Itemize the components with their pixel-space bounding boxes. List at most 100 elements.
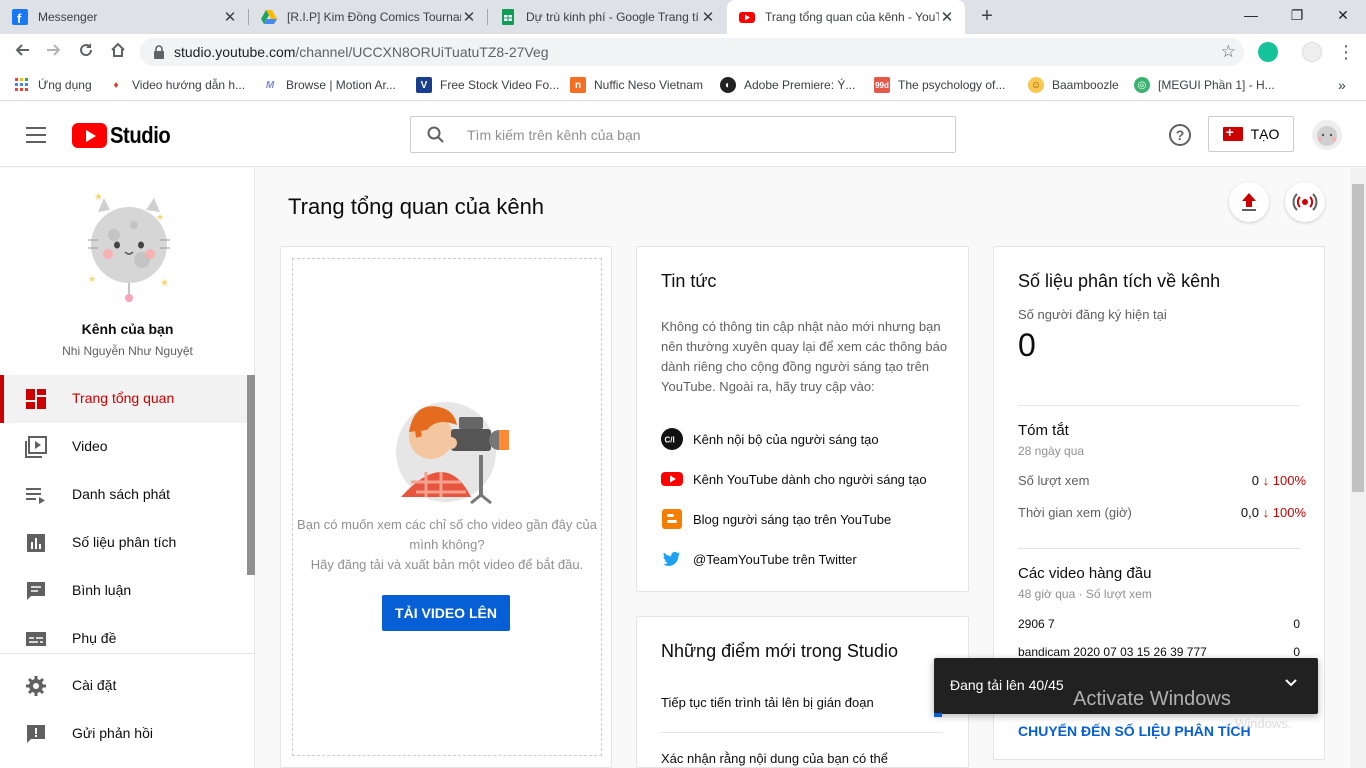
facebook-icon: f — [12, 9, 28, 25]
tab-title: Dự trù kinh phí - Google Trang tí — [526, 10, 699, 24]
channel-avatar[interactable]: ★ ★ ★ ★ — [84, 190, 174, 305]
menu-icon[interactable] — [26, 127, 46, 143]
back-arrow-icon — [15, 44, 29, 56]
news-link-twitter[interactable]: @TeamYouTube trên Twitter — [661, 548, 857, 570]
whats-new-item[interactable]: Xác nhận rằng nội dung của bạn có thể — [661, 751, 888, 766]
sidebar-item-dashboard[interactable]: Trang tổng quan — [0, 375, 247, 423]
bookmark-star-icon[interactable]: ☆ — [1221, 42, 1236, 62]
sidebar-item-analytics[interactable]: Số liệu phân tích — [0, 519, 247, 567]
blogger-icon — [661, 508, 683, 530]
back-button[interactable] — [10, 40, 34, 64]
down-arrow-icon: ↓ — [1262, 505, 1270, 520]
news-link-label: Kênh YouTube dành cho người sáng tạo — [693, 471, 927, 487]
subscribers-count: 0 — [1018, 327, 1036, 363]
sidebar-item-comments[interactable]: Bình luận — [0, 567, 247, 615]
bookmark-label: Browse | Motion Ar... — [286, 78, 396, 92]
bookmark-label: The psychology of... — [898, 78, 1006, 92]
row-value: 0,0 ↓ 100% — [1241, 505, 1306, 520]
sidebar-item-feedback[interactable]: Gửi phản hồi — [0, 710, 247, 758]
channel-search[interactable] — [410, 116, 956, 153]
bookmark-item[interactable]: ◐ Adobe Premiere: Ý... — [720, 77, 855, 93]
sidebar-item-playlists[interactable]: Danh sách phát — [0, 471, 247, 519]
svg-text:★: ★ — [94, 192, 103, 203]
tab-close-icon[interactable]: ✕ — [222, 8, 238, 26]
news-link-creator-insider[interactable]: C/I Kênh nội bộ của người sáng tạo — [661, 428, 879, 450]
profile-avatar-icon[interactable] — [1302, 42, 1322, 62]
forward-button[interactable] — [42, 40, 66, 64]
url-path: /channel/UCCXN8ORUiTuatuTZ8-27Veg — [295, 44, 549, 60]
summary-title: Tóm tắt — [1018, 422, 1069, 439]
bookmark-icon: ♦ — [108, 77, 124, 93]
bookmark-item[interactable]: 99d The psychology of... — [874, 77, 1005, 93]
browser-tab-strip: f Messenger ✕ [R.I.P] Kim Đồng Comics To… — [0, 0, 1366, 34]
tab-messenger[interactable]: f Messenger ✕ — [0, 0, 248, 34]
bookmark-item[interactable]: ◎ [MEGUI Phần 1] - H... — [1134, 77, 1275, 93]
tab-close-icon[interactable]: ✕ — [939, 8, 955, 26]
bookmark-item[interactable]: V Free Stock Video Fo... — [416, 77, 559, 93]
chevron-down-icon[interactable] — [1284, 676, 1298, 690]
prompt-line: mình không? — [409, 537, 485, 552]
create-button[interactable]: TẠO — [1208, 116, 1294, 152]
metric-value: 0 — [1251, 473, 1259, 488]
bookmark-item[interactable]: ♦ Video hướng dẫn h... — [108, 77, 245, 93]
sidebar-item-label: Video — [72, 438, 108, 454]
window-maximize-button[interactable]: ❐ — [1274, 0, 1320, 30]
news-link-youtube-creators[interactable]: Kênh YouTube dành cho người sáng tạo — [661, 468, 927, 490]
window-close-button[interactable]: ✕ — [1320, 0, 1366, 30]
sidebar-divider — [0, 653, 255, 654]
go-to-analytics-link[interactable]: CHUYỂN ĐẾN SỐ LIỆU PHÂN TÍCH — [1018, 723, 1251, 739]
help-icon[interactable]: ? — [1169, 124, 1191, 146]
sidebar-scrollbar[interactable] — [247, 375, 255, 575]
analytics-icon — [27, 534, 45, 552]
upload-video-button[interactable]: TẢI VIDEO LÊN — [382, 595, 510, 631]
bookmark-item[interactable]: ☺ Baamboozle — [1028, 77, 1119, 93]
baamboozle-icon: ☺ — [1028, 77, 1044, 93]
bookmark-apps[interactable]: Ứng dụng — [14, 77, 92, 93]
nuffic-icon: n — [570, 77, 586, 93]
sidebar-item-settings[interactable]: Cài đặt — [0, 662, 247, 710]
tab-sheets[interactable]: Dự trù kinh phí - Google Trang tí ✕ — [488, 0, 726, 34]
video-title: bandicam 2020 07 03 15 26 39 777 — [1018, 645, 1207, 659]
sidebar-item-video[interactable]: Video — [0, 423, 247, 471]
motion-array-icon: M — [262, 77, 278, 93]
scrollbar-thumb[interactable] — [1352, 184, 1364, 492]
grammarly-icon[interactable] — [1258, 42, 1278, 62]
news-link-creator-blog[interactable]: Blog người sáng tạo trên YouTube — [661, 508, 891, 530]
new-tab-button[interactable]: + — [975, 4, 999, 28]
top-video-row[interactable]: 2906 7 0 — [1018, 617, 1300, 631]
channel-name: Nhi Nguyễn Như Nguyệt — [62, 344, 193, 358]
search-input[interactable] — [467, 125, 937, 145]
address-bar[interactable]: studio.youtube.com/channel/UCCXN8ORUiTua… — [140, 38, 1244, 66]
bookmarks-more-button[interactable]: » — [1338, 77, 1346, 93]
megui-icon: ◎ — [1134, 77, 1150, 93]
url-host: studio.youtube.com — [174, 44, 296, 60]
window-minimize-button[interactable]: — — [1228, 0, 1274, 30]
videographer-illustration-icon — [396, 402, 509, 505]
home-button[interactable] — [106, 40, 130, 64]
tab-youtube-studio[interactable]: Trang tổng quan của kênh - YouT ✕ — [727, 0, 965, 34]
sidebar-item-subtitles[interactable]: Phụ đề — [0, 615, 247, 663]
row-label: Số lượt xem — [1018, 473, 1090, 488]
top-video-row[interactable]: bandicam 2020 07 03 15 26 39 777 0 — [1018, 645, 1300, 659]
upload-videos-button[interactable] — [1229, 182, 1269, 222]
tab-close-icon[interactable]: ✕ — [700, 8, 716, 26]
news-body: Không có thông tin cập nhật nào mới nhưn… — [661, 319, 948, 394]
bookmark-label: Video hướng dẫn h... — [132, 78, 246, 92]
sidebar-item-label: Danh sách phát — [72, 486, 171, 502]
sidebar: ★ ★ ★ ★ Kênh của bạn Nhi Nguyễn Như Nguy… — [0, 168, 255, 768]
tab-title: [R.I.P] Kim Đồng Comics Tournam — [287, 10, 461, 24]
bookmark-item[interactable]: M Browse | Motion Ar... — [262, 77, 396, 93]
whats-new-item[interactable]: Tiếp tục tiến trình tải lên bị gián đoạn — [661, 695, 874, 710]
browser-menu-icon[interactable]: ⋮ — [1334, 40, 1358, 64]
go-live-button[interactable] — [1285, 182, 1325, 222]
studio-logo[interactable]: Studio — [72, 122, 179, 149]
tab-kim-dong[interactable]: [R.I.P] Kim Đồng Comics Tournam ✕ — [249, 0, 487, 34]
bookmark-item[interactable]: n Nuffic Neso Vietnam — [570, 77, 703, 93]
page-scrollbar[interactable] — [1350, 168, 1366, 768]
reload-button[interactable] — [74, 40, 98, 64]
account-avatar[interactable] — [1312, 120, 1342, 150]
watch-time-row: Thời gian xem (giờ) 0,0 ↓ 100% — [1018, 505, 1306, 520]
tab-close-icon[interactable]: ✕ — [461, 8, 477, 26]
feedback-icon — [27, 725, 45, 743]
svg-text:f: f — [17, 11, 22, 25]
